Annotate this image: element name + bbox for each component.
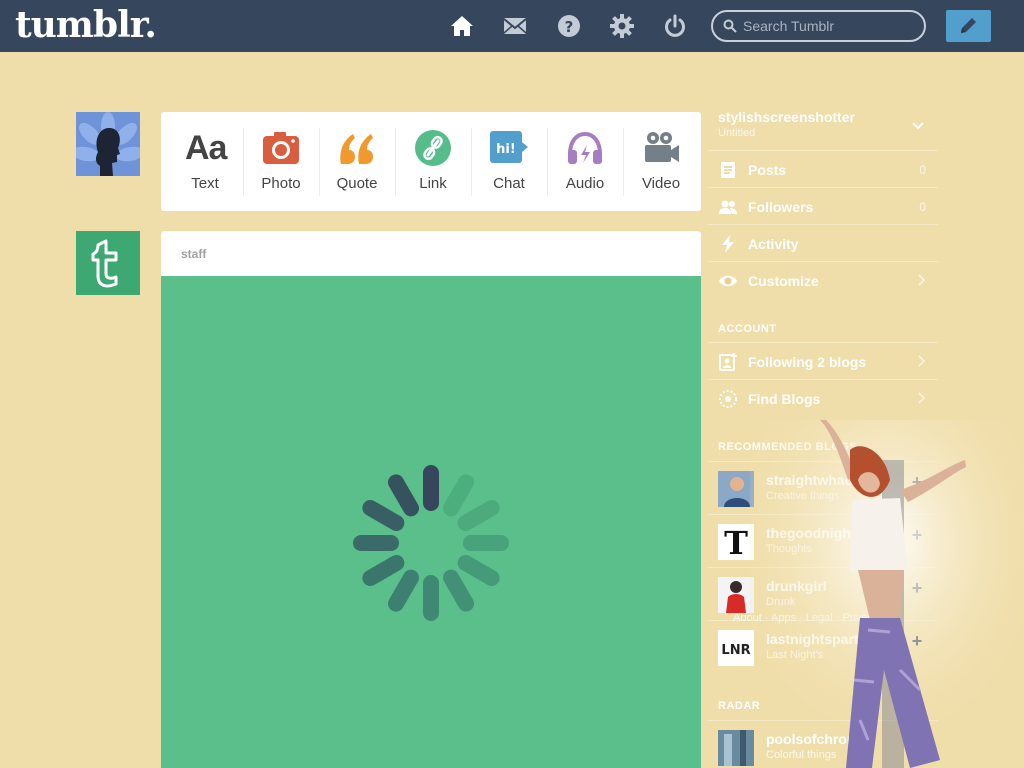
blog-description: Creative things	[766, 490, 840, 502]
blog-description: Thoughts	[766, 543, 812, 555]
followers-count: 0	[919, 200, 926, 214]
post-type-chat[interactable]: hi! Chat	[471, 128, 547, 196]
post-type-link[interactable]: Link	[395, 128, 471, 196]
post-header: staff	[161, 231, 701, 276]
sidebar-item-label: Posts	[748, 162, 787, 178]
power-icon[interactable]	[662, 13, 688, 39]
camera-icon	[261, 128, 301, 168]
follow-plus-icon[interactable]: +	[908, 473, 926, 491]
user-avatar[interactable]	[76, 112, 140, 176]
follow-plus-icon[interactable]: +	[908, 632, 926, 650]
pencil-icon	[961, 18, 976, 33]
post-type-label: Photo	[261, 175, 301, 192]
blog-title: Untitled	[718, 127, 756, 139]
link-icon	[413, 128, 453, 168]
help-icon[interactable]: ?	[556, 13, 582, 39]
recommended-blog[interactable]: straightwhackity Creative things +	[708, 461, 938, 513]
chat-icon: hi!	[489, 128, 529, 168]
quote-icon	[337, 128, 377, 168]
post-type-video[interactable]: Video	[623, 128, 699, 196]
blog-name: stylishscreenshotter	[718, 109, 855, 125]
post-type-label: Audio	[565, 175, 605, 192]
post-type-label: Quote	[336, 175, 378, 192]
account-heading: ACCOUNT	[718, 323, 777, 335]
svg-text:LNR: LNR	[721, 643, 750, 658]
chevron-right-icon	[918, 274, 926, 286]
recommended-blog[interactable]: T thegoodnight Thoughts +	[708, 514, 938, 566]
sidebar-item-customize[interactable]: Customize	[708, 261, 938, 298]
follow-plus-icon[interactable]: +	[908, 732, 926, 750]
tumblr-logo[interactable]: tumblr.	[15, 4, 157, 46]
posts-icon	[718, 160, 738, 180]
loading-spinner-icon	[353, 465, 509, 621]
blog-description: Drunk	[766, 596, 796, 608]
blog-thumbnail: T	[718, 524, 754, 560]
video-camera-icon	[641, 128, 681, 168]
sidebar-item-following[interactable]: Following 2 blogs	[708, 342, 938, 379]
blog-name: drunkgirl	[766, 578, 827, 594]
sidebar-item-label: Followers	[748, 199, 814, 215]
post-type-audio[interactable]: Audio	[547, 128, 623, 196]
sidebar-item-followers[interactable]: Followers 0	[708, 187, 938, 224]
top-navigation-bar: tumblr. ?	[0, 0, 1024, 52]
post-type-text[interactable]: Aa Text	[167, 128, 243, 196]
eye-icon	[718, 271, 738, 291]
svg-text:hi!: hi!	[496, 142, 516, 157]
dashboard-post: staff	[161, 231, 701, 768]
blog-name: straightwhackity	[766, 472, 877, 488]
sidebar-item-label: Find Blogs	[748, 391, 821, 407]
staff-avatar[interactable]	[76, 231, 140, 295]
mail-icon[interactable]	[502, 13, 528, 39]
recommended-heading: RECOMMENDED BLOGS	[718, 441, 858, 453]
home-icon[interactable]	[449, 13, 475, 39]
post-author[interactable]: staff	[181, 247, 206, 261]
post-type-bar: Aa Text Photo Quote Link hi! Chat Audio	[161, 112, 701, 211]
post-type-photo[interactable]: Photo	[243, 128, 319, 196]
chevron-right-icon	[918, 355, 926, 367]
chevron-right-icon	[918, 392, 926, 404]
lightning-icon	[718, 234, 738, 254]
sidebar-item-label: Activity	[748, 236, 799, 252]
blog-description: Colorful things	[766, 749, 837, 761]
svg-text:T: T	[724, 524, 748, 560]
blog-description: Last Night's	[766, 649, 824, 661]
compass-icon	[718, 389, 738, 409]
following-icon	[718, 352, 738, 372]
gear-icon[interactable]	[609, 13, 635, 39]
text-icon: Aa	[185, 129, 227, 167]
post-type-label: Chat	[493, 175, 525, 192]
posts-count: 0	[919, 163, 926, 177]
search-box	[711, 10, 926, 42]
compose-button[interactable]	[946, 10, 991, 42]
blog-name: lastnightsparty	[766, 631, 867, 647]
sidebar-item-activity[interactable]: Activity	[708, 224, 938, 261]
post-type-label: Link	[419, 175, 447, 192]
search-icon	[723, 19, 737, 33]
blog-thumbnail	[718, 577, 754, 613]
search-input[interactable]	[743, 16, 918, 36]
chevron-down-icon	[912, 122, 924, 130]
recommended-blog[interactable]: LNR lastnightsparty Last Night's +	[708, 620, 938, 672]
post-type-label: Text	[191, 175, 219, 192]
post-type-quote[interactable]: Quote	[319, 128, 395, 196]
follow-plus-icon[interactable]: +	[908, 526, 926, 544]
svg-text:?: ?	[565, 18, 574, 36]
sidebar-item-find-blogs[interactable]: Find Blogs	[708, 379, 938, 416]
sidebar-item-posts[interactable]: Posts 0	[708, 150, 938, 187]
blog-thumbnail: LNR	[718, 630, 754, 666]
followers-icon	[718, 197, 738, 217]
radar-blog[interactable]: poolsofchrome Colorful things +	[708, 720, 938, 768]
follow-plus-icon[interactable]: +	[908, 579, 926, 597]
blog-thumbnail	[718, 730, 754, 766]
blog-name: poolsofchrome	[766, 731, 868, 747]
headphones-icon	[565, 128, 605, 168]
blog-thumbnail	[718, 471, 754, 507]
post-type-label: Video	[641, 175, 681, 192]
radar-heading: RADAR	[718, 700, 761, 712]
blog-name: thegoodnight	[766, 525, 856, 541]
current-blog-switcher[interactable]: stylishscreenshotter Untitled	[708, 102, 938, 150]
sidebar-item-label: Following 2 blogs	[748, 354, 867, 370]
sidebar-item-label: Customize	[748, 273, 819, 289]
